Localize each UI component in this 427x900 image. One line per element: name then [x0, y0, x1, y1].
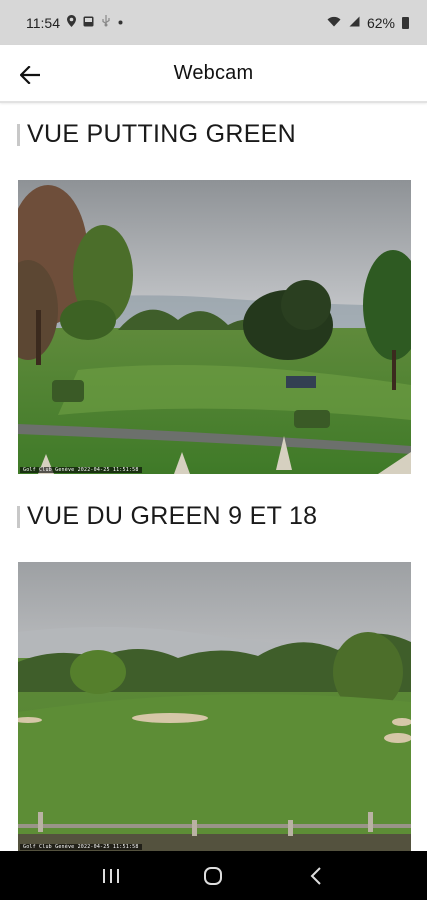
webcam-timestamp: Golf Club Genève 2022-04-25 11:51:58	[20, 467, 142, 473]
back-icon	[310, 866, 321, 885]
nav-back-button[interactable]	[296, 856, 336, 896]
webcam-list: VUE PUTTING GREEN Golf Club Genève 2022-…	[0, 104, 427, 851]
location-icon	[67, 15, 76, 30]
usb-icon	[101, 15, 111, 30]
gallery-icon	[83, 16, 94, 30]
battery-icon	[402, 16, 409, 29]
status-right: 62%	[327, 15, 409, 31]
status-time: 11:54	[26, 14, 60, 31]
home-icon	[204, 866, 223, 885]
recent-apps-button[interactable]	[91, 856, 131, 896]
status-bar: 11:54 62%	[0, 0, 427, 45]
webcam-title-label: VUE PUTTING GREEN	[27, 120, 297, 148]
title-accent-bar	[17, 123, 20, 146]
title-accent-bar	[17, 505, 20, 528]
recent-apps-icon	[103, 868, 120, 883]
home-button[interactable]	[193, 856, 233, 896]
webcam-timestamp: Golf Club Genève 2022-04-25 11:51:58	[20, 844, 142, 850]
webcam-image-putting-green[interactable]: Golf Club Genève 2022-04-25 11:51:58	[18, 180, 411, 474]
dot-icon	[118, 17, 123, 28]
back-button[interactable]	[16, 61, 44, 89]
webcam-title: VUE DU GREEN 9 ET 18	[17, 502, 317, 531]
webcam-image-green-9-18[interactable]: Golf Club Genève 2022-04-25 11:51:58	[18, 562, 411, 851]
status-left: 11:54	[26, 15, 123, 31]
app-bar: Webcam	[0, 45, 427, 103]
page-title: Webcam	[173, 61, 254, 84]
webcam-title: VUE PUTTING GREEN	[17, 120, 296, 149]
arrow-left-icon	[20, 66, 40, 84]
webcam-title-label: VUE DU GREEN 9 ET 18	[27, 502, 318, 530]
signal-icon	[348, 16, 360, 30]
system-nav-bar	[0, 851, 427, 900]
wifi-icon	[327, 16, 341, 30]
battery-percent: 62%	[366, 14, 395, 31]
